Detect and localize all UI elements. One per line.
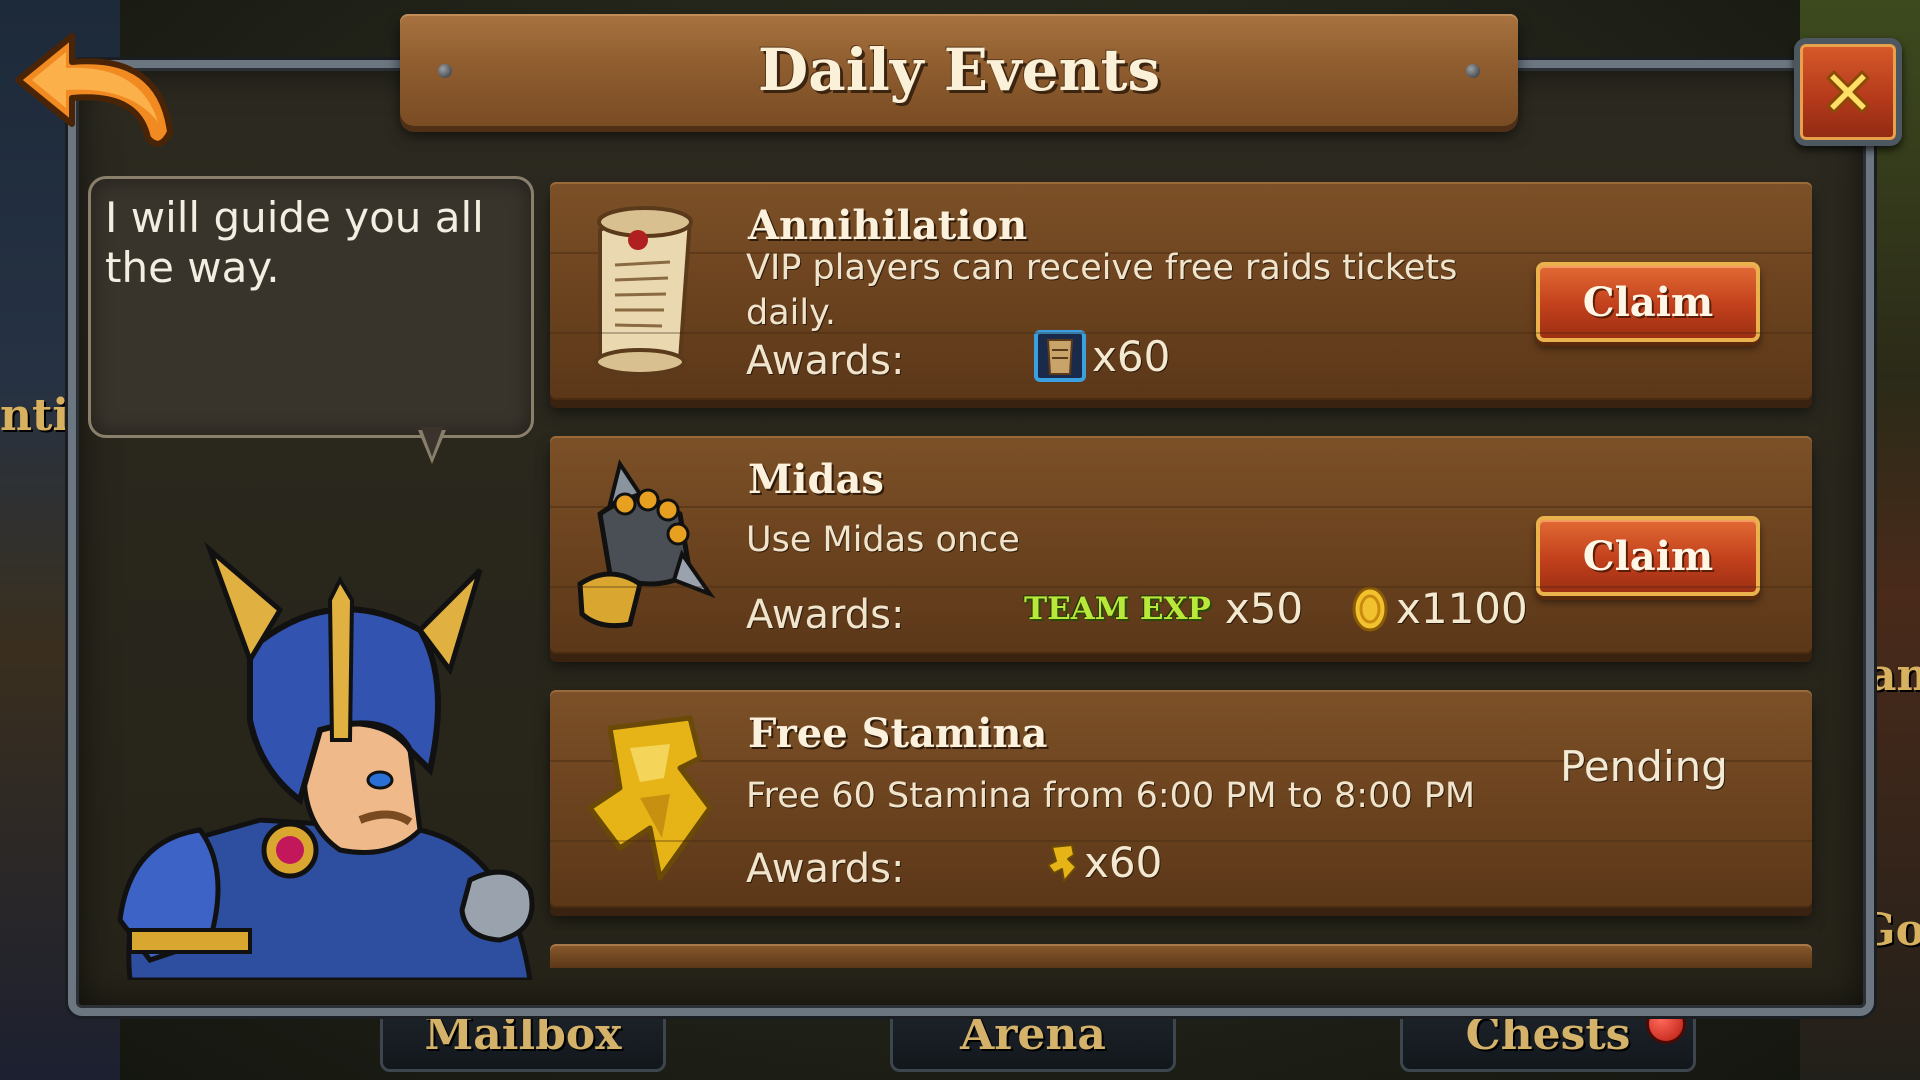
back-arrow-icon xyxy=(15,33,173,147)
awards-label: Awards: xyxy=(746,338,905,384)
claim-button-annihilation[interactable]: Claim xyxy=(1536,262,1760,342)
award-raid-ticket: x60 xyxy=(1034,330,1170,382)
raid-ticket-icon xyxy=(1034,330,1086,382)
gold-coin-icon xyxy=(1352,586,1388,631)
scroll-icon xyxy=(570,200,720,380)
awards-label: Awards: xyxy=(746,846,905,892)
award-amount: x60 xyxy=(1092,331,1171,381)
event-title: Midas xyxy=(748,456,884,503)
claim-button-midas[interactable]: Claim xyxy=(1536,516,1760,596)
award-amount: x50 xyxy=(1224,584,1304,633)
bubble-tail-inner xyxy=(421,427,443,457)
stamina-icon xyxy=(570,708,720,888)
back-button[interactable] xyxy=(10,28,180,158)
title-plank: Daily Events xyxy=(400,14,1518,126)
event-title: Annihilation xyxy=(748,202,1028,249)
event-list: Annihilation VIP players can receive fre… xyxy=(550,182,1812,944)
status-pending: Pending xyxy=(1560,742,1728,791)
award-gold: x1100 xyxy=(1350,584,1528,633)
guide-hero-character xyxy=(90,540,560,983)
team-exp-label: TEAM EXP xyxy=(1024,590,1211,627)
event-description: VIP players can receive free raids ticke… xyxy=(746,248,1458,333)
close-button[interactable] xyxy=(1794,38,1902,146)
award-stamina: x60 xyxy=(1046,838,1162,887)
event-card-partial xyxy=(550,944,1812,968)
event-title: Free Stamina xyxy=(748,710,1048,757)
guide-speech-bubble: I will guide you all the way. xyxy=(88,176,534,438)
event-card-annihilation: Annihilation VIP players can receive fre… xyxy=(550,182,1812,400)
page-title: Daily Events xyxy=(757,36,1161,104)
event-description: Use Midas once xyxy=(746,520,1020,560)
close-icon xyxy=(1826,70,1870,114)
guide-text: I will guide you all the way. xyxy=(105,193,484,292)
award-team-exp: TEAM EXP x50 xyxy=(1024,584,1303,633)
event-description: Free 60 Stamina from 6:00 PM to 8:00 PM xyxy=(746,776,1476,816)
event-card-free-stamina: Free Stamina Free 60 Stamina from 6:00 P… xyxy=(550,690,1812,908)
award-amount: x60 xyxy=(1084,838,1163,887)
gauntlet-icon xyxy=(570,454,720,634)
background-label-right-1: an xyxy=(1868,650,1920,701)
event-card-midas: Midas Use Midas once Awards: TEAM EXP x5… xyxy=(550,436,1812,654)
stamina-small-icon xyxy=(1047,843,1077,882)
awards-label: Awards: xyxy=(746,592,905,638)
award-amount: x1100 xyxy=(1396,584,1528,633)
